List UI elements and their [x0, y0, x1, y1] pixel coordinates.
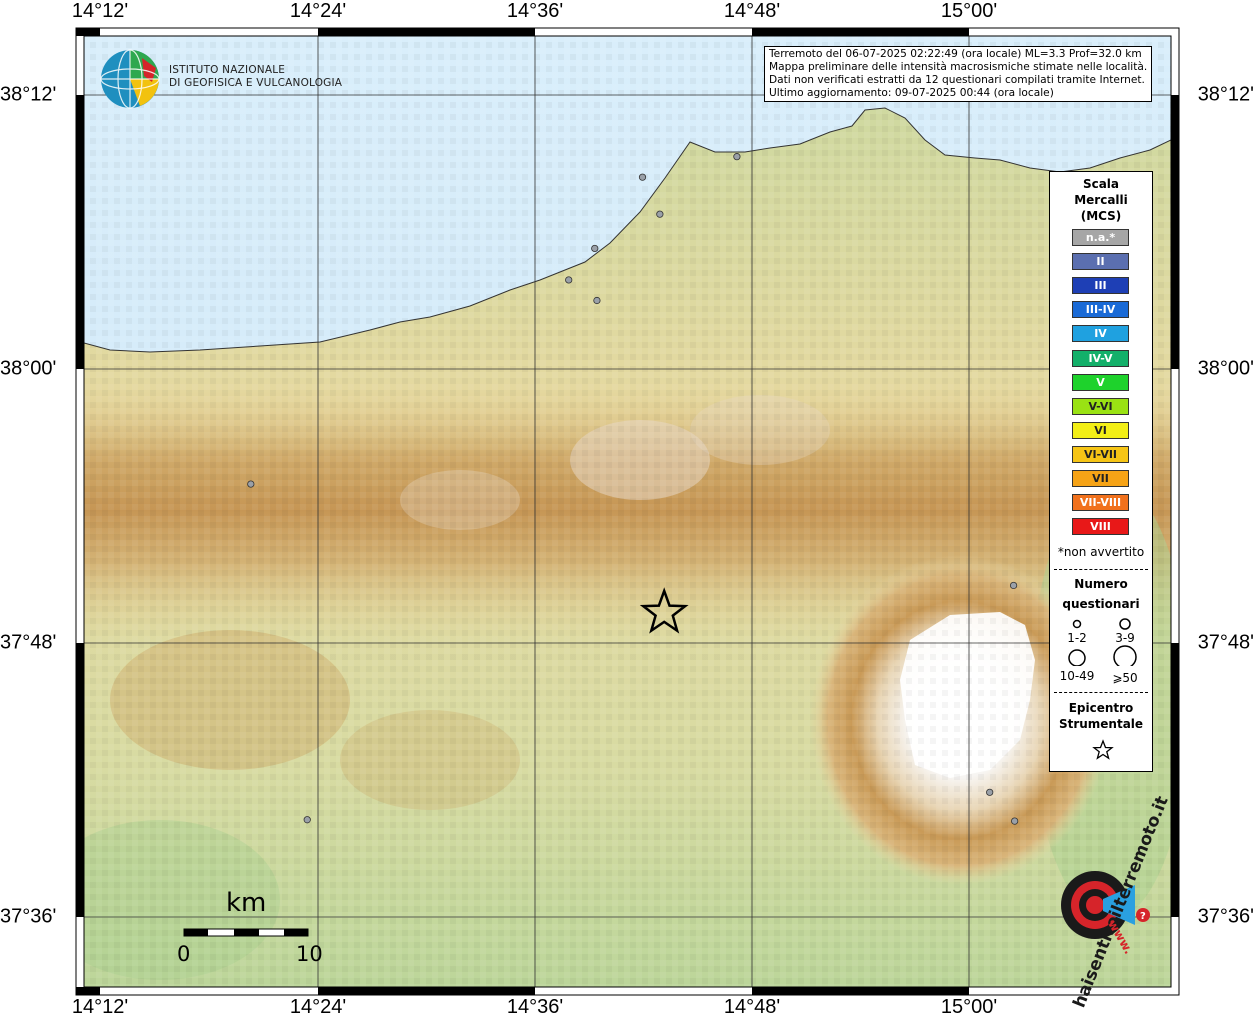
- locality-marker: [303, 816, 311, 824]
- legend-note: *non avvertito: [1057, 545, 1145, 559]
- locality-marker: [591, 244, 599, 253]
- ingv-globe-icon: [100, 49, 160, 109]
- epicenter-title-line1: Epicentro: [1068, 701, 1134, 715]
- locality-marker: [247, 480, 255, 488]
- institute-name: ISTITUTO NAZIONALE DI GEOFISICA E VULCAN…: [169, 64, 342, 90]
- legend-swatch-2: II: [1072, 253, 1129, 271]
- scalebar-end: 10: [296, 942, 323, 966]
- legend-swatch-8: V-VI: [1072, 397, 1129, 415]
- legend-swatch-13: VIII: [1072, 518, 1129, 536]
- legend-swatch-7: V: [1072, 373, 1129, 391]
- event-info-line4: Ultimo aggiornamento: 09-07-2025 00:44 (…: [769, 87, 1054, 99]
- legend-swatch-1: n.a.*: [1072, 229, 1129, 246]
- count-title-line2: questionari: [1062, 597, 1140, 611]
- legend-title-line2: Mercalli: [1074, 193, 1128, 207]
- locality-marker: [733, 153, 741, 161]
- legend-swatch-9: VI: [1072, 421, 1129, 439]
- lon-label-bottom-4: 14°48': [723, 996, 781, 1018]
- locality-marker: [986, 788, 994, 796]
- count-label-2: 3-9: [1115, 631, 1135, 645]
- scalebar-unit: km: [226, 888, 267, 918]
- count-title-line1: Numero: [1074, 577, 1128, 591]
- lat-label-right-1: 38°12': [1197, 83, 1254, 106]
- lon-label-top-5: 15°00': [940, 0, 998, 22]
- legend-title-line1: Scala: [1082, 177, 1120, 191]
- legend-swatch-10: VI-VII: [1072, 445, 1129, 463]
- locality-marker: [593, 296, 601, 305]
- legend: Scala Mercalli (MCS) n.a.* II III III-IV IV I…: [1049, 171, 1153, 772]
- event-info-line3: Dati non verificati estratti da 12 quest…: [769, 74, 1145, 86]
- count-label-1: 1-2: [1067, 631, 1087, 645]
- watermark: haisentitoilterremoto.it www.: [1030, 793, 1190, 1010]
- legend-swatch-4: III-IV: [1072, 301, 1129, 319]
- locality-marker: [1011, 817, 1019, 825]
- locality-marker: [1009, 581, 1018, 590]
- count-label-4: ⩾50: [1112, 671, 1138, 685]
- lat-label-right-2: 38°00': [1197, 357, 1254, 380]
- epicenter-title-line2: Strumentale: [1058, 717, 1144, 731]
- event-info-line2: Mappa preliminare delle intensità macros…: [769, 61, 1148, 73]
- legend-star-icon: [1092, 739, 1114, 760]
- lat-label-left-1: 38°12': [0, 83, 57, 106]
- lat-label-right-4: 37°36': [1197, 905, 1254, 928]
- lat-label-left-3: 37°48': [0, 631, 57, 654]
- event-info-line1: Terremoto del 06-07-2025 02:22:49 (ora l…: [769, 48, 1142, 60]
- institute-name-line2: DI GEOFISICA E VULCANOLOGIA: [169, 77, 343, 89]
- legend-swatch-12: VII-VIII: [1072, 494, 1129, 512]
- lon-label-bottom-1: 14°12': [71, 996, 129, 1018]
- legend-swatch-6: IV-V: [1072, 349, 1129, 367]
- lon-label-bottom-5: 15°00': [940, 996, 998, 1018]
- lon-label-top-4: 14°48': [723, 0, 781, 22]
- legend-swatch-11: VII: [1072, 470, 1129, 487]
- lon-label-bottom-3: 14°36': [506, 996, 564, 1018]
- locality-marker: [638, 173, 647, 181]
- event-info-box: Terremoto del 06-07-2025 02:22:49 (ora l…: [764, 46, 1152, 102]
- institute-name-line1: ISTITUTO NAZIONALE: [169, 64, 286, 76]
- scalebar-start: 0: [177, 942, 191, 966]
- lat-label-left-4: 37°36': [0, 905, 57, 928]
- lon-label-top-3: 14°36': [506, 0, 564, 22]
- lat-label-right-3: 37°48': [1197, 631, 1254, 654]
- lat-label-left-2: 38°00': [0, 357, 57, 380]
- lon-label-top-1: 14°12': [71, 0, 129, 22]
- scalebar: [183, 928, 309, 937]
- count-label-3: 10-49: [1059, 669, 1095, 683]
- legend-swatch-5: IV: [1072, 325, 1129, 343]
- legend-title-line3: (MCS): [1080, 209, 1122, 223]
- lon-label-bottom-2: 14°24': [289, 996, 347, 1018]
- lon-label-top-2: 14°24': [289, 0, 347, 22]
- locality-marker: [565, 276, 573, 284]
- locality-marker: [656, 210, 664, 218]
- legend-swatch-3: III: [1072, 277, 1129, 295]
